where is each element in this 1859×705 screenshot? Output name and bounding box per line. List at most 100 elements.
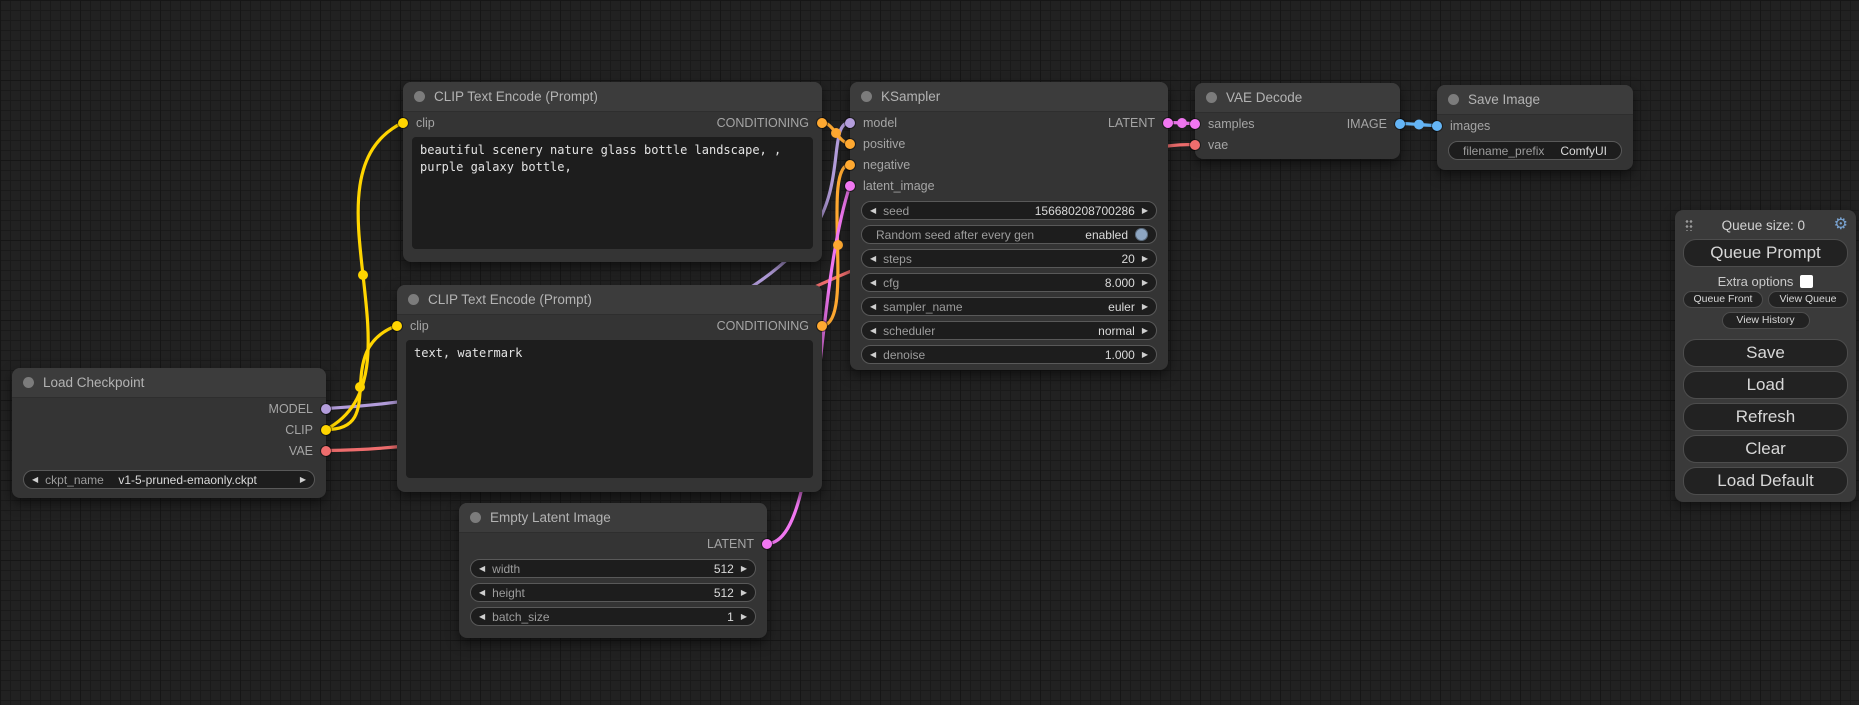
- positive-prompt-textarea[interactable]: beautiful scenery nature glass bottle la…: [412, 137, 813, 249]
- increment-arrow-icon[interactable]: ▶: [1142, 303, 1148, 311]
- widget-cfg[interactable]: ◀ cfg 8.000 ▶: [861, 273, 1157, 292]
- node-header[interactable]: Save Image: [1437, 85, 1633, 115]
- output-port-latent[interactable]: [1163, 118, 1173, 128]
- decrement-arrow-icon[interactable]: ◀: [479, 613, 485, 621]
- widget-random-seed-toggle[interactable]: Random seed after every gen enabled: [861, 225, 1157, 244]
- clear-button[interactable]: Clear: [1683, 435, 1848, 463]
- output-port-vae[interactable]: [321, 446, 331, 456]
- widget-width[interactable]: ◀ width 512 ▶: [470, 559, 756, 578]
- widget-ckpt-name[interactable]: ◀ ckpt_name v1-5-pruned-emaonly.ckpt ▶: [23, 470, 315, 489]
- output-port-image[interactable]: [1395, 119, 1405, 129]
- queue-front-button[interactable]: Queue Front: [1683, 291, 1763, 308]
- output-port-conditioning[interactable]: [817, 118, 827, 128]
- node-clip-text-encode-negative[interactable]: CLIP Text Encode (Prompt) clip CONDITION…: [397, 285, 822, 492]
- node-ksampler[interactable]: KSampler model LATENT positive negative …: [850, 82, 1168, 370]
- collapse-dot-icon[interactable]: [23, 377, 34, 388]
- input-port-model[interactable]: [845, 118, 855, 128]
- output-label-conditioning: CONDITIONING: [717, 116, 809, 130]
- queue-panel: Queue size: 0 ⚙ Queue Prompt Extra optio…: [1675, 210, 1856, 502]
- node-header[interactable]: CLIP Text Encode (Prompt): [397, 285, 822, 315]
- node-load-checkpoint[interactable]: Load Checkpoint MODEL CLIP VAE ◀ ckpt_na…: [12, 368, 326, 498]
- refresh-button[interactable]: Refresh: [1683, 403, 1848, 431]
- decrement-arrow-icon[interactable]: ◀: [479, 589, 485, 597]
- decrement-arrow-icon[interactable]: ◀: [32, 476, 38, 484]
- node-header[interactable]: KSampler: [850, 82, 1168, 112]
- collapse-dot-icon[interactable]: [470, 512, 481, 523]
- collapse-dot-icon[interactable]: [414, 91, 425, 102]
- input-port-negative[interactable]: [845, 160, 855, 170]
- extra-options-checkbox[interactable]: [1800, 275, 1813, 288]
- output-port-conditioning[interactable]: [817, 321, 827, 331]
- gear-icon[interactable]: ⚙: [1834, 217, 1848, 233]
- output-port-latent[interactable]: [762, 539, 772, 549]
- increment-arrow-icon[interactable]: ▶: [1142, 207, 1148, 215]
- input-label-latent-image: latent_image: [863, 179, 935, 193]
- increment-arrow-icon[interactable]: ▶: [741, 565, 747, 573]
- save-button[interactable]: Save: [1683, 339, 1848, 367]
- node-header[interactable]: Empty Latent Image: [459, 503, 767, 533]
- input-port-positive[interactable]: [845, 139, 855, 149]
- node-graph-canvas[interactable]: Load Checkpoint MODEL CLIP VAE ◀ ckpt_na…: [0, 0, 1859, 705]
- node-clip-text-encode-positive[interactable]: CLIP Text Encode (Prompt) clip CONDITION…: [403, 82, 822, 262]
- node-header[interactable]: VAE Decode: [1195, 83, 1400, 113]
- decrement-arrow-icon[interactable]: ◀: [870, 351, 876, 359]
- input-label-images: images: [1450, 119, 1490, 133]
- drag-handle-icon[interactable]: [1685, 219, 1693, 231]
- input-port-samples[interactable]: [1190, 119, 1200, 129]
- load-button[interactable]: Load: [1683, 371, 1848, 399]
- negative-prompt-textarea[interactable]: text, watermark: [406, 340, 813, 478]
- increment-arrow-icon[interactable]: ▶: [1142, 255, 1148, 263]
- widget-scheduler[interactable]: ◀ scheduler normal ▶: [861, 321, 1157, 340]
- node-vae-decode[interactable]: VAE Decode samples IMAGE vae: [1195, 83, 1400, 159]
- input-label-negative: negative: [863, 158, 910, 172]
- decrement-arrow-icon[interactable]: ◀: [870, 279, 876, 287]
- input-port-vae[interactable]: [1190, 140, 1200, 150]
- input-label-clip: clip: [416, 116, 435, 130]
- toggle-knob-icon[interactable]: [1135, 228, 1148, 241]
- output-port-clip[interactable]: [321, 425, 331, 435]
- input-port-latent-image[interactable]: [845, 181, 855, 191]
- decrement-arrow-icon[interactable]: ◀: [870, 255, 876, 263]
- output-label-latent: LATENT: [707, 537, 754, 551]
- collapse-dot-icon[interactable]: [1448, 94, 1459, 105]
- node-save-image[interactable]: Save Image images filename_prefix ComfyU…: [1437, 85, 1633, 170]
- output-port-model[interactable]: [321, 404, 331, 414]
- input-port-images[interactable]: [1432, 121, 1442, 131]
- node-title: VAE Decode: [1226, 90, 1302, 105]
- increment-arrow-icon[interactable]: ▶: [300, 476, 306, 484]
- decrement-arrow-icon[interactable]: ◀: [870, 303, 876, 311]
- view-queue-button[interactable]: View Queue: [1768, 291, 1848, 308]
- collapse-dot-icon[interactable]: [408, 294, 419, 305]
- increment-arrow-icon[interactable]: ▶: [1142, 279, 1148, 287]
- view-history-button[interactable]: View History: [1722, 312, 1810, 329]
- input-port-clip[interactable]: [398, 118, 408, 128]
- widget-denoise[interactable]: ◀ denoise 1.000 ▶: [861, 345, 1157, 364]
- input-label-vae: vae: [1208, 138, 1228, 152]
- node-header[interactable]: CLIP Text Encode (Prompt): [403, 82, 822, 112]
- widget-sampler-name[interactable]: ◀ sampler_name euler ▶: [861, 297, 1157, 316]
- widget-batch-size[interactable]: ◀ batch_size 1 ▶: [470, 607, 756, 626]
- queue-size-label: Queue size: 0: [1693, 218, 1834, 233]
- widget-height[interactable]: ◀ height 512 ▶: [470, 583, 756, 602]
- decrement-arrow-icon[interactable]: ◀: [870, 207, 876, 215]
- collapse-dot-icon[interactable]: [861, 91, 872, 102]
- widget-filename-prefix[interactable]: filename_prefix ComfyUI: [1448, 141, 1622, 160]
- increment-arrow-icon[interactable]: ▶: [1142, 327, 1148, 335]
- widget-steps[interactable]: ◀ steps 20 ▶: [861, 249, 1157, 268]
- node-header[interactable]: Load Checkpoint: [12, 368, 326, 398]
- input-label-model: model: [863, 116, 897, 130]
- increment-arrow-icon[interactable]: ▶: [741, 613, 747, 621]
- input-port-clip[interactable]: [392, 321, 402, 331]
- load-default-button[interactable]: Load Default: [1683, 467, 1848, 495]
- node-title: Empty Latent Image: [490, 510, 611, 525]
- queue-prompt-button[interactable]: Queue Prompt: [1683, 239, 1848, 267]
- node-empty-latent-image[interactable]: Empty Latent Image LATENT ◀ width 512 ▶ …: [459, 503, 767, 638]
- decrement-arrow-icon[interactable]: ◀: [479, 565, 485, 573]
- output-label-conditioning: CONDITIONING: [717, 319, 809, 333]
- increment-arrow-icon[interactable]: ▶: [1142, 351, 1148, 359]
- collapse-dot-icon[interactable]: [1206, 92, 1217, 103]
- input-label-positive: positive: [863, 137, 905, 151]
- widget-seed[interactable]: ◀ seed 156680208700286 ▶: [861, 201, 1157, 220]
- increment-arrow-icon[interactable]: ▶: [741, 589, 747, 597]
- decrement-arrow-icon[interactable]: ◀: [870, 327, 876, 335]
